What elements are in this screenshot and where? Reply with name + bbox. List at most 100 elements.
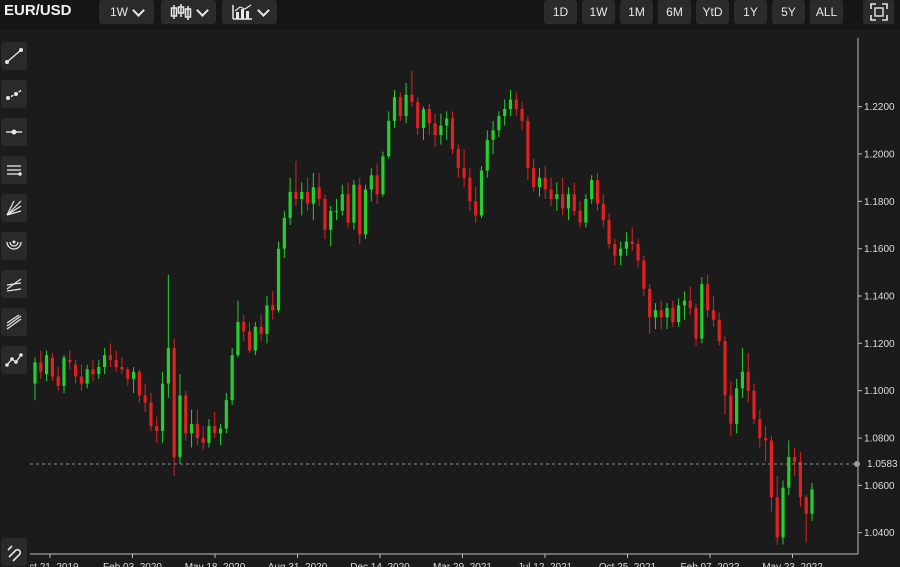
interval-dropdown[interactable]: 1W [99, 0, 154, 24]
candle-body [247, 331, 252, 351]
candlestick-chart[interactable]: 1.2200 1.2000 1.1800 1.1600 1.1400 1.1200 1.10… [0, 0, 900, 567]
x-axis: Oct 21, 2019 Feb 03, 2020 May 18, 2020 Aug … [21, 554, 823, 567]
candle-body [172, 348, 176, 457]
candle-body [648, 288, 652, 318]
candle-body [224, 400, 228, 429]
candle-body [526, 120, 530, 169]
candle-body [45, 355, 49, 375]
y-tick-label: 1.2200 [864, 102, 895, 113]
indicators-icon [232, 4, 252, 20]
candle-body [659, 310, 663, 318]
candle-body [155, 426, 159, 431]
candle-body [416, 101, 420, 128]
x-tick-label: Feb 07, 2022 [681, 562, 740, 567]
candle-body [555, 194, 559, 199]
path-icon [5, 353, 23, 367]
range-button-ytd[interactable]: YtD [696, 0, 729, 24]
candle-body [137, 371, 141, 396]
candle-body [259, 326, 263, 334]
tool-parallel-channel[interactable] [1, 156, 27, 184]
candle-body [793, 456, 797, 462]
range-button-1m[interactable]: 1M [620, 0, 653, 24]
y-tick-label: 1.0600 [864, 481, 895, 492]
candle-body [184, 395, 188, 434]
candle-body [433, 123, 437, 136]
x-tick-label: Jul 12, 2021 [518, 562, 573, 567]
candle-body [798, 461, 802, 498]
candle-body [497, 116, 501, 131]
candle-body [213, 426, 217, 434]
range-button-1d[interactable]: 1D [544, 0, 577, 24]
tool-fan[interactable] [1, 194, 27, 222]
candle-body [508, 99, 513, 110]
candle-body [537, 177, 542, 188]
candle-body [619, 248, 623, 256]
tool-ray-line[interactable] [1, 80, 27, 108]
candle-body [479, 170, 484, 216]
tool-magnet[interactable] [1, 538, 27, 566]
candle-body [561, 194, 565, 209]
candle-body [810, 489, 814, 514]
candle-body [189, 423, 194, 434]
range-button-1y[interactable]: 1Y [734, 0, 767, 24]
candle-body [131, 371, 136, 379]
candle-body [166, 348, 170, 384]
candle-body [642, 260, 646, 289]
tool-trend-line[interactable] [1, 42, 27, 70]
range-button-6m[interactable]: 6M [658, 0, 691, 24]
candle-body [398, 97, 402, 117]
candle-body [317, 187, 321, 199]
candle-body [445, 118, 449, 126]
candle-body [607, 220, 611, 244]
candle-body [671, 307, 675, 323]
x-tick-label: Oct 25, 2021 [599, 562, 657, 567]
candle-body [729, 395, 733, 424]
candle-body [126, 369, 130, 379]
x-tick-label: Oct 21, 2019 [21, 562, 79, 567]
candle-body [572, 194, 576, 211]
candle-body [85, 369, 89, 384]
tool-gann[interactable] [1, 308, 27, 336]
chart-type-dropdown[interactable] [161, 0, 216, 24]
candle-body [543, 177, 547, 190]
y-tick-label: 1.1400 [864, 292, 895, 303]
candle-body [56, 376, 60, 386]
candle-body [218, 428, 223, 434]
x-tick-label: Aug 31, 2020 [268, 562, 328, 567]
tool-horizontal-line[interactable] [1, 118, 27, 146]
fullscreen-button[interactable] [863, 0, 894, 24]
candle-body [775, 497, 779, 538]
candle-body [160, 383, 165, 431]
ray-line-icon [6, 89, 23, 100]
candle-body [236, 322, 240, 356]
indicators-dropdown[interactable] [222, 0, 277, 24]
candle-body [700, 284, 704, 339]
candle-body [392, 97, 397, 121]
range-button-5y[interactable]: 5Y [772, 0, 805, 24]
tool-arc[interactable] [1, 232, 27, 260]
candle-body [450, 118, 455, 150]
candle-body [595, 180, 600, 204]
candle-body [758, 419, 762, 439]
candle-body [503, 109, 507, 117]
candle-body [334, 210, 339, 212]
chevron-down-icon [132, 3, 145, 17]
range-button-1w[interactable]: 1W [582, 0, 615, 24]
horizontal-line-icon [6, 129, 22, 135]
candle-body [787, 456, 791, 488]
tool-path[interactable] [1, 346, 27, 374]
tool-pitchfork[interactable] [1, 270, 27, 298]
candle-body [624, 241, 629, 249]
candle-body [102, 355, 107, 368]
range-button-all[interactable]: ALL [810, 0, 843, 24]
candle-body [201, 438, 205, 443]
candle-body [653, 310, 658, 318]
interval-label: 1W [110, 5, 128, 19]
candle-body [242, 322, 246, 332]
candle-body [694, 307, 698, 339]
candle-body [276, 248, 281, 311]
candle-body [601, 203, 605, 221]
x-tick-label: Mar 29, 2021 [433, 562, 492, 567]
candle-body [613, 243, 617, 256]
candle-body [253, 326, 257, 351]
